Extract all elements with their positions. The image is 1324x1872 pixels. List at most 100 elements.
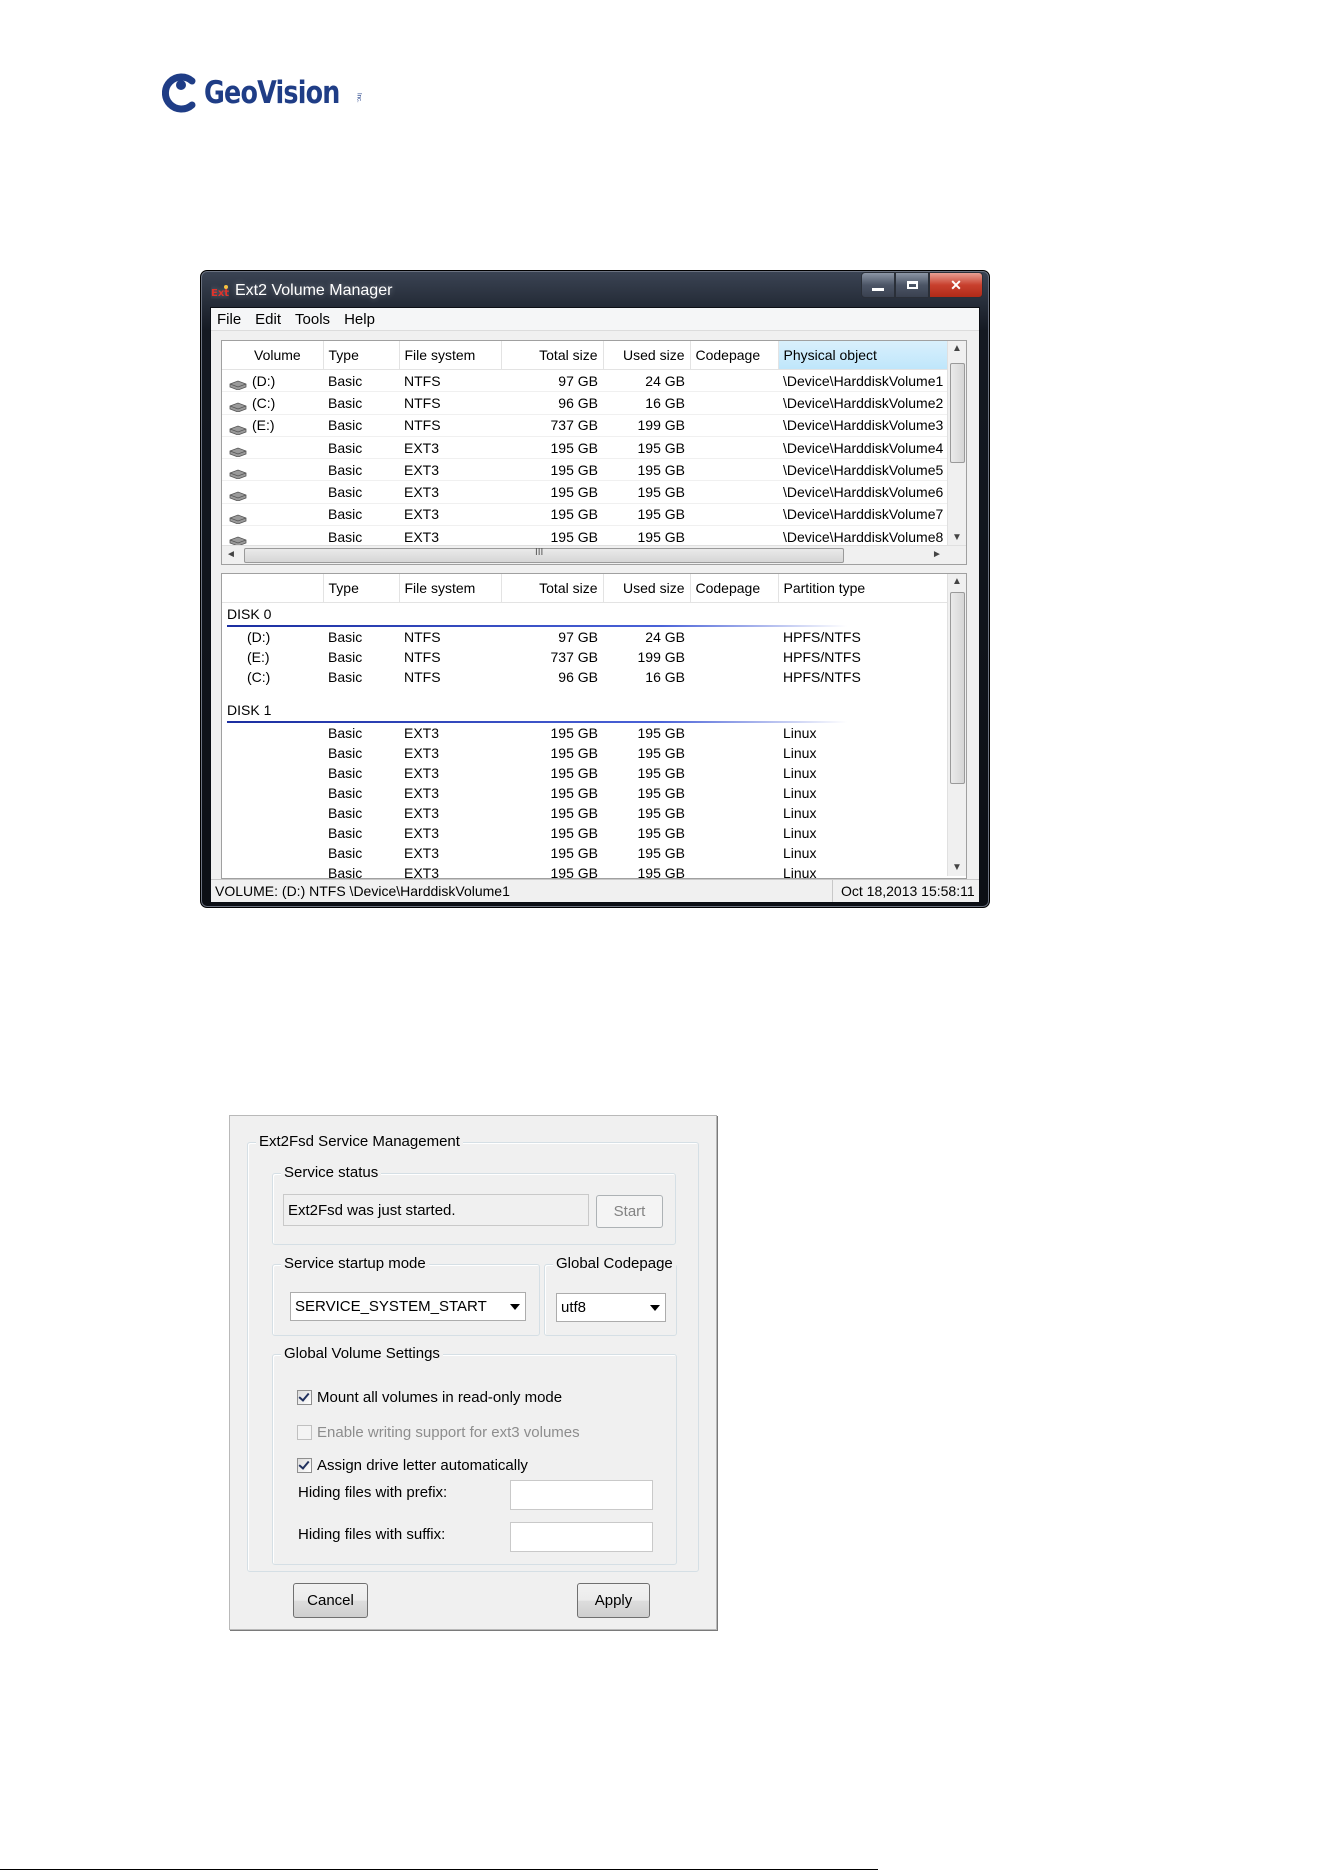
- checkbox-unchecked-icon: [297, 1425, 312, 1440]
- partition-cell: EXT3: [404, 785, 440, 801]
- volume-cell: [690, 480, 778, 504]
- volume-cell: 195 GB: [501, 503, 603, 527]
- disk-scroll-thumb[interactable]: [950, 592, 965, 784]
- partition-cell: 16 GB: [645, 669, 685, 685]
- scroll-down-arrow-icon[interactable]: ▼: [948, 530, 966, 546]
- col-disk-type[interactable]: Type: [323, 574, 400, 603]
- ext3-write-label: Enable writing support for ext3 volumes: [317, 1424, 580, 1441]
- start-button[interactable]: Start: [596, 1195, 663, 1228]
- volume-row[interactable]: (E:) Basic NTFS 737 GB 199 GB \Device\Harddis…: [222, 414, 948, 437]
- volume-list[interactable]: Volume Type File system Total size Used …: [221, 340, 967, 565]
- partition-row[interactable]: (E:) Basic NTFS 737 GB 199 GB HPFS/NTFS: [222, 647, 948, 667]
- status-timestamp: Oct 18,2013 15:58:11: [832, 880, 979, 902]
- scroll-right-arrow-icon[interactable]: ►: [928, 547, 946, 563]
- volume-name: (E:): [252, 417, 275, 434]
- volume-cell: EXT3: [399, 503, 501, 527]
- apply-button[interactable]: Apply: [577, 1583, 650, 1618]
- partition-cell: 195 GB: [637, 865, 685, 879]
- volume-name: (C:): [252, 394, 276, 411]
- suffix-input[interactable]: [510, 1522, 653, 1552]
- disk-scroll-up-arrow-icon[interactable]: ▲: [948, 574, 966, 590]
- scroll-up-arrow-icon[interactable]: ▲: [948, 341, 966, 357]
- menu-tools[interactable]: Tools: [289, 311, 338, 328]
- partition-row[interactable]: Basic EXT3 195 GB 195 GB Linux: [222, 843, 948, 863]
- volume-row[interactable]: Basic EXT3 195 GB 195 GB \Device\HarddiskVol…: [222, 480, 948, 504]
- col-disk-file-system[interactable]: File system: [399, 574, 502, 603]
- partition-cell: 97 GB: [558, 629, 598, 645]
- logo-text: GeoVision: [204, 75, 340, 111]
- col-total-size[interactable]: Total size: [501, 341, 604, 370]
- disk-list[interactable]: Type File system Total size Used size Co…: [221, 573, 967, 879]
- volume-list-vscrollbar[interactable]: ▲ ▼: [947, 341, 966, 546]
- maximize-button[interactable]: [895, 272, 929, 298]
- partition-row[interactable]: Basic EXT3 195 GB 195 GB Linux: [222, 783, 948, 803]
- codepage-select[interactable]: utf8: [556, 1293, 666, 1322]
- readonly-checkbox[interactable]: Mount all volumes in read-only mode: [297, 1389, 562, 1406]
- volume-row[interactable]: (D:) Basic NTFS 97 GB 24 GB \Device\HarddiskV…: [222, 369, 948, 393]
- menu-file[interactable]: File: [211, 311, 249, 328]
- partition-cell: 195 GB: [550, 725, 598, 741]
- partition-cell: 195 GB: [550, 765, 598, 781]
- hscroll-thumb[interactable]: III: [244, 547, 844, 563]
- codepage-legend: Global Codepage: [553, 1255, 676, 1272]
- scroll-thumb[interactable]: [950, 363, 965, 463]
- partition-row[interactable]: Basic EXT3 195 GB 195 GB Linux: [222, 723, 948, 743]
- volume-cell: NTFS: [399, 391, 501, 415]
- prefix-input[interactable]: [510, 1480, 653, 1510]
- startup-mode-select[interactable]: SERVICE_SYSTEM_START: [290, 1292, 526, 1321]
- minimize-button[interactable]: [861, 272, 895, 298]
- volume-list-hscrollbar[interactable]: ◄ III ►: [222, 545, 966, 564]
- volume-row[interactable]: Basic EXT3 195 GB 195 GB \Device\HarddiskVol…: [222, 458, 948, 482]
- col-physical-object[interactable]: Physical object: [777, 341, 949, 370]
- col-file-system[interactable]: File system: [399, 341, 502, 370]
- volume-row[interactable]: (C:) Basic NTFS 96 GB 16 GB \Device\HarddiskV…: [222, 391, 948, 415]
- close-button[interactable]: ✕: [929, 272, 983, 298]
- disk-list-vscrollbar[interactable]: ▲ ▼: [947, 574, 966, 876]
- volume-table: Volume Type File system Total size Used …: [222, 341, 949, 549]
- partition-cell: Linux: [783, 725, 817, 741]
- col-disk-used-size[interactable]: Used size: [603, 574, 691, 603]
- col-partition-type[interactable]: Partition type: [778, 574, 949, 603]
- suffix-label: Hiding files with suffix:: [298, 1526, 446, 1543]
- volume-cell: NTFS: [399, 369, 501, 393]
- volume-name-cell: [222, 503, 323, 527]
- scroll-left-arrow-icon[interactable]: ◄: [222, 547, 240, 563]
- menu-edit[interactable]: Edit: [249, 311, 289, 328]
- partition-cell: [222, 823, 323, 843]
- partition-row[interactable]: (C:) Basic NTFS 96 GB 16 GB HPFS/NTFS: [222, 667, 948, 687]
- partition-cell: 195 GB: [637, 805, 685, 821]
- partition-row[interactable]: Basic EXT3 195 GB 195 GB Linux: [222, 803, 948, 823]
- partition-cell: Basic: [328, 669, 363, 685]
- volume-row[interactable]: Basic EXT3 195 GB 195 GB \Device\HarddiskVol…: [222, 436, 948, 460]
- partition-cell: (E:): [247, 649, 270, 665]
- menu-help[interactable]: Help: [338, 311, 383, 328]
- col-type[interactable]: Type: [323, 341, 400, 370]
- ext2-volume-manager-window: Ext Ext2 Volume Manager ✕ File Edit Tool…: [200, 270, 990, 908]
- partition-cell: Linux: [783, 745, 817, 761]
- volume-name-cell: (D:): [222, 369, 323, 393]
- disk-group-label[interactable]: DISK 1: [222, 699, 948, 721]
- ext3-write-checkbox[interactable]: Enable writing support for ext3 volumes: [297, 1424, 580, 1441]
- partition-row[interactable]: Basic EXT3 195 GB 195 GB Linux: [222, 743, 948, 763]
- col-disk-name[interactable]: [222, 574, 324, 603]
- partition-row[interactable]: (D:) Basic NTFS 97 GB 24 GB HPFS/NTFS: [222, 627, 948, 647]
- window-title-bar[interactable]: Ext Ext2 Volume Manager: [211, 279, 392, 303]
- maximize-icon: [906, 281, 918, 289]
- volume-cell: [690, 503, 778, 527]
- disk-group-label[interactable]: DISK 0: [222, 603, 948, 625]
- col-disk-codepage[interactable]: Codepage: [690, 574, 779, 603]
- col-volume[interactable]: Volume: [222, 341, 324, 370]
- partition-row[interactable]: Basic EXT3 195 GB 195 GB Linux: [222, 823, 948, 843]
- volume-table-body: (D:) Basic NTFS 97 GB 24 GB \Device\HarddiskV…: [222, 369, 948, 549]
- disk-scroll-down-arrow-icon[interactable]: ▼: [948, 860, 966, 876]
- partition-row[interactable]: Basic EXT3 195 GB 195 GB Linux: [222, 863, 948, 879]
- col-disk-total-size[interactable]: Total size: [501, 574, 604, 603]
- partition-row[interactable]: Basic EXT3 195 GB 195 GB Linux: [222, 763, 948, 783]
- partition-cell: EXT3: [404, 845, 440, 861]
- cancel-button[interactable]: Cancel: [293, 1583, 368, 1618]
- col-codepage[interactable]: Codepage: [690, 341, 779, 370]
- volume-row[interactable]: Basic EXT3 195 GB 195 GB \Device\HarddiskVol…: [222, 503, 948, 527]
- drive-letter-checkbox[interactable]: Assign drive letter automatically: [297, 1457, 528, 1474]
- col-used-size[interactable]: Used size: [603, 341, 691, 370]
- hard-drive-icon: [228, 399, 248, 413]
